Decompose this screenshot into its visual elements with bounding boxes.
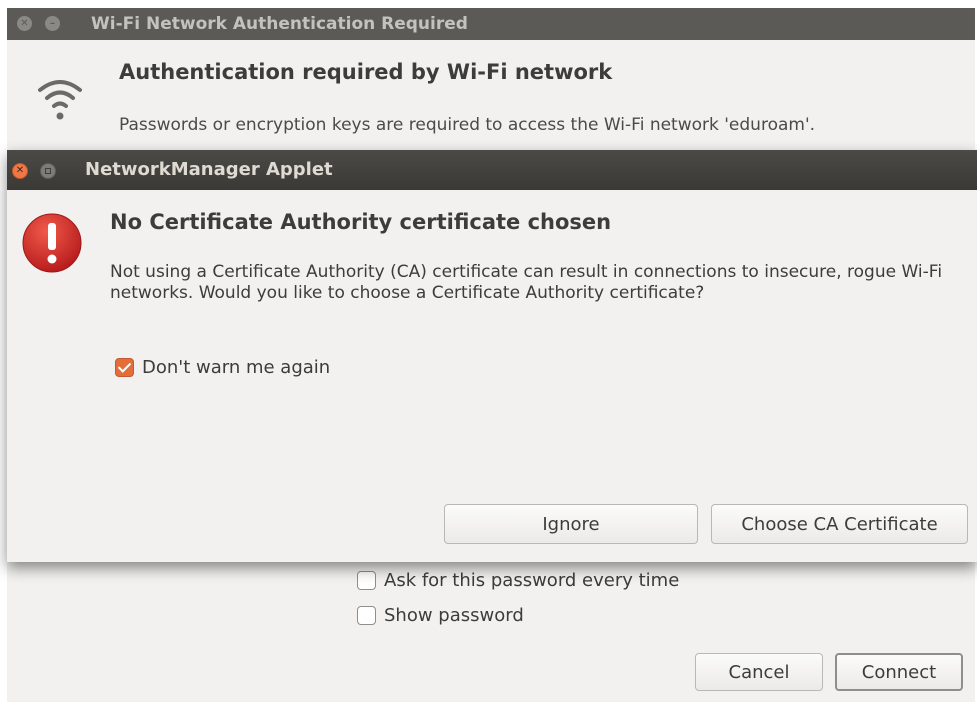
warning-icon [22, 213, 82, 273]
modal-title: NetworkManager Applet [85, 159, 333, 180]
wifi-auth-description: Passwords or encryption keys are require… [119, 115, 816, 135]
modal-titlebar: ✕ NetworkManager Applet [7, 150, 977, 190]
show-password-box[interactable] [357, 605, 376, 625]
connect-button[interactable]: Connect [835, 653, 963, 691]
dont-warn-checkbox[interactable]: Don't warn me again [115, 357, 330, 378]
modal-heading: No Certificate Authority certificate cho… [110, 210, 612, 234]
wifi-auth-titlebar: ✕ – Wi-Fi Network Authentication Require… [7, 8, 975, 40]
choose-ca-certificate-button[interactable]: Choose CA Certificate [711, 504, 968, 544]
minimize-icon[interactable] [40, 163, 56, 179]
modal-message: Not using a Certificate Authority (CA) c… [110, 262, 943, 303]
wifi-auth-heading: Authentication required by Wi-Fi network [119, 60, 613, 84]
dont-warn-box[interactable] [115, 358, 134, 377]
ask-password-label[interactable]: Ask for this password every time [384, 570, 679, 591]
ca-certificate-warning-dialog: ✕ NetworkManager Applet No Certificate A… [7, 150, 977, 562]
ignore-button[interactable]: Ignore [444, 504, 698, 544]
close-icon[interactable]: ✕ [17, 16, 32, 31]
show-password-checkbox[interactable]: Show password [357, 603, 524, 627]
minimize-icon[interactable]: – [45, 16, 60, 31]
ask-password-box[interactable] [357, 570, 376, 590]
ask-password-checkbox[interactable]: Ask for this password every time [357, 568, 679, 592]
cancel-button[interactable]: Cancel [695, 653, 823, 691]
wifi-icon [38, 80, 82, 120]
dont-warn-label[interactable]: Don't warn me again [142, 357, 330, 378]
close-icon[interactable]: ✕ [12, 163, 28, 179]
wifi-auth-title: Wi-Fi Network Authentication Required [91, 14, 468, 34]
show-password-label[interactable]: Show password [384, 605, 524, 626]
